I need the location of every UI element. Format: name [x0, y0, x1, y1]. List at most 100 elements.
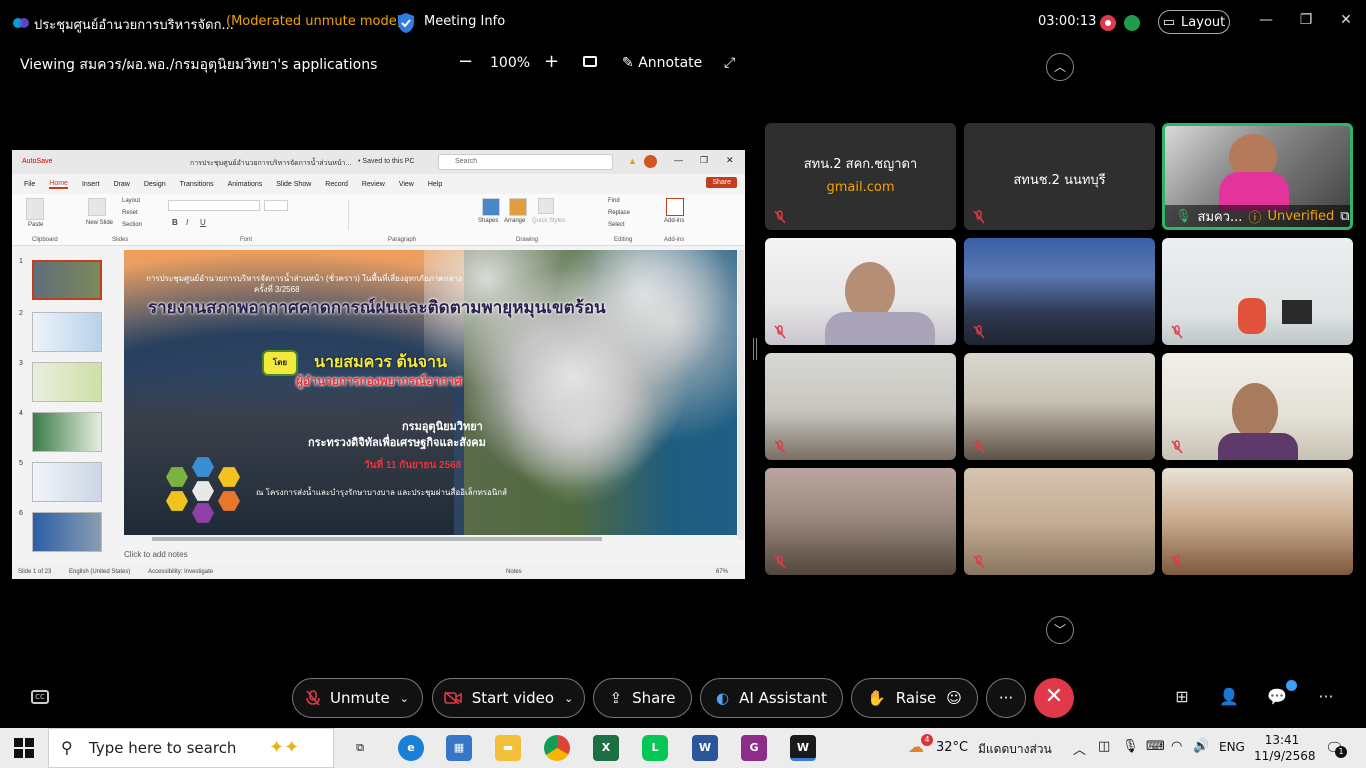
slide-vertical-scrollbar[interactable] [738, 250, 744, 540]
chevron-down-icon[interactable]: ⌄ [400, 692, 409, 705]
zoom-level[interactable]: 100% [490, 55, 530, 71]
zoom-out-icon[interactable]: − [458, 51, 473, 72]
task-view-icon[interactable]: ⧉ [347, 735, 373, 761]
raise-hand-button[interactable]: ✋ Raise ☺ [851, 678, 978, 718]
windows-start-icon[interactable] [14, 738, 34, 758]
edge-icon[interactable]: e [398, 735, 424, 761]
notes-placeholder[interactable]: Click to add notes [124, 550, 188, 559]
participant-tile[interactable]: สทนช.2 นนทบุรี [964, 123, 1155, 230]
start-video-button[interactable]: Start video ⌄ [432, 678, 585, 718]
menu-review[interactable]: Review [362, 181, 385, 188]
current-slide[interactable]: การประชุมศูนย์อำนวยการบริหารจัดการน้ำส่ว… [124, 250, 737, 535]
tray-chevron-icon[interactable]: ︿ [1073, 739, 1086, 758]
slide-thumbnail-5[interactable] [32, 462, 102, 502]
annotate-button[interactable]: ✎ Annotate [622, 55, 702, 71]
ppt-close-icon[interactable]: ✕ [726, 155, 734, 166]
volume-icon[interactable]: 🔊 [1193, 739, 1209, 754]
slide-thumbnail-2[interactable] [32, 312, 102, 352]
quick-styles-icon[interactable] [538, 198, 554, 214]
participant-tile[interactable] [964, 238, 1155, 345]
input-method-icon[interactable]: ⌨ [1146, 739, 1165, 754]
restore-icon[interactable]: ❐ [1296, 12, 1316, 32]
apps-icon[interactable]: ⊞ [1171, 687, 1193, 709]
line-icon[interactable]: L [642, 735, 668, 761]
active-speaker-tile[interactable]: 🎙 สมคว... ⓘ Unverified ⧉ [1162, 123, 1353, 230]
participant-tile[interactable] [765, 238, 956, 345]
participant-tile[interactable] [765, 353, 956, 460]
closed-captions-icon[interactable]: CC [31, 690, 49, 704]
pane-resize-handle[interactable] [753, 338, 757, 360]
slide-horizontal-scrollbar[interactable] [152, 537, 602, 541]
shared-screen[interactable]: AutoSave การประชุมศูนย์อำนวยการบริหารจัด… [12, 150, 745, 579]
select-button[interactable]: Select [608, 222, 625, 228]
share-button[interactable]: ⇪ Share [593, 678, 692, 718]
menu-record[interactable]: Record [325, 181, 348, 188]
microphone-tray-icon[interactable]: 🎙 [1122, 739, 1139, 754]
shapes-icon[interactable] [482, 198, 500, 216]
zoom-in-icon[interactable]: + [544, 51, 559, 72]
menu-insert[interactable]: Insert [82, 181, 100, 188]
participant-tile[interactable] [964, 468, 1155, 575]
participant-tile[interactable] [1162, 468, 1353, 575]
paragraph-controls[interactable] [348, 200, 458, 230]
ppt-restore-icon[interactable]: ❐ [700, 155, 708, 166]
chevron-down-icon[interactable]: ⌄ [564, 692, 573, 705]
slide-thumbnail-6[interactable] [32, 512, 102, 552]
menu-view[interactable]: View [399, 181, 414, 188]
slide-thumbnail-3[interactable] [32, 362, 102, 402]
shield-icon[interactable] [396, 12, 416, 34]
ppt-share-button[interactable]: Share [706, 177, 737, 188]
status-accessibility[interactable]: Accessibility: Investigate [148, 569, 213, 575]
weather-temperature[interactable]: 32°C [936, 740, 968, 755]
menu-home[interactable]: Home [49, 180, 68, 189]
font-size-select[interactable] [264, 200, 288, 211]
network-health-icon[interactable] [1124, 15, 1140, 31]
find-button[interactable]: Find [608, 198, 620, 204]
italic-icon[interactable]: I [186, 218, 188, 227]
slide-thumbnail-4[interactable] [32, 412, 102, 452]
warning-icon[interactable]: ▲ [628, 156, 637, 166]
reset-menu[interactable]: Reset [122, 210, 138, 216]
webex-taskbar-icon[interactable]: W [790, 735, 816, 761]
participant-tile[interactable]: สทน.2 สคก.ชญาดา gmail.com [765, 123, 956, 230]
fullscreen-icon[interactable]: ⤢ [724, 55, 735, 71]
scroll-down-icon[interactable]: ﹀ [1046, 616, 1074, 644]
status-notes-button[interactable]: Notes [506, 565, 522, 579]
chrome-icon[interactable] [544, 735, 570, 761]
participant-tile[interactable] [1162, 238, 1353, 345]
weather-condition[interactable]: มีแดดบางส่วน [978, 740, 1052, 759]
word-icon[interactable]: W [692, 735, 718, 761]
reactions-icon[interactable]: ☺ [946, 689, 962, 707]
menu-animations[interactable]: Animations [228, 181, 263, 188]
menu-help[interactable]: Help [428, 181, 442, 188]
menu-file[interactable]: File [24, 181, 35, 188]
bold-icon[interactable]: B [172, 218, 178, 227]
menu-design[interactable]: Design [144, 181, 166, 188]
participants-icon[interactable]: 👤 [1218, 687, 1240, 709]
more-panels-icon[interactable]: ··· [1315, 687, 1337, 709]
replace-button[interactable]: Replace [608, 210, 630, 216]
layout-menu[interactable]: Layout [122, 198, 140, 204]
ppt-minimize-icon[interactable]: — [674, 155, 683, 165]
autosave-label[interactable]: AutoSave [22, 158, 52, 165]
participant-tile[interactable] [765, 468, 956, 575]
menu-slideshow[interactable]: Slide Show [276, 181, 311, 188]
slide-thumbnail-1[interactable] [32, 260, 102, 300]
menu-draw[interactable]: Draw [113, 181, 129, 188]
unmute-button[interactable]: Unmute ⌄ [292, 678, 423, 718]
language-indicator[interactable]: ENG [1219, 740, 1245, 754]
layout-button[interactable]: ▭ Layout [1158, 10, 1230, 34]
more-options-button[interactable]: ··· [986, 678, 1026, 718]
leave-meeting-button[interactable]: ✕ [1034, 678, 1074, 718]
fit-to-window-icon[interactable] [583, 56, 597, 67]
taskbar-clock[interactable]: 13:41 11/9/2568 [1254, 732, 1316, 764]
user-avatar[interactable] [644, 155, 657, 168]
menu-transitions[interactable]: Transitions [180, 181, 214, 188]
participant-tile[interactable] [964, 353, 1155, 460]
participant-tile[interactable] [1162, 353, 1353, 460]
arrange-icon[interactable] [509, 198, 527, 216]
paste-icon[interactable] [26, 198, 44, 220]
font-name-select[interactable] [168, 200, 260, 211]
close-icon[interactable]: ✕ [1336, 12, 1356, 32]
camera-tray-icon[interactable]: ◫ [1098, 739, 1110, 754]
